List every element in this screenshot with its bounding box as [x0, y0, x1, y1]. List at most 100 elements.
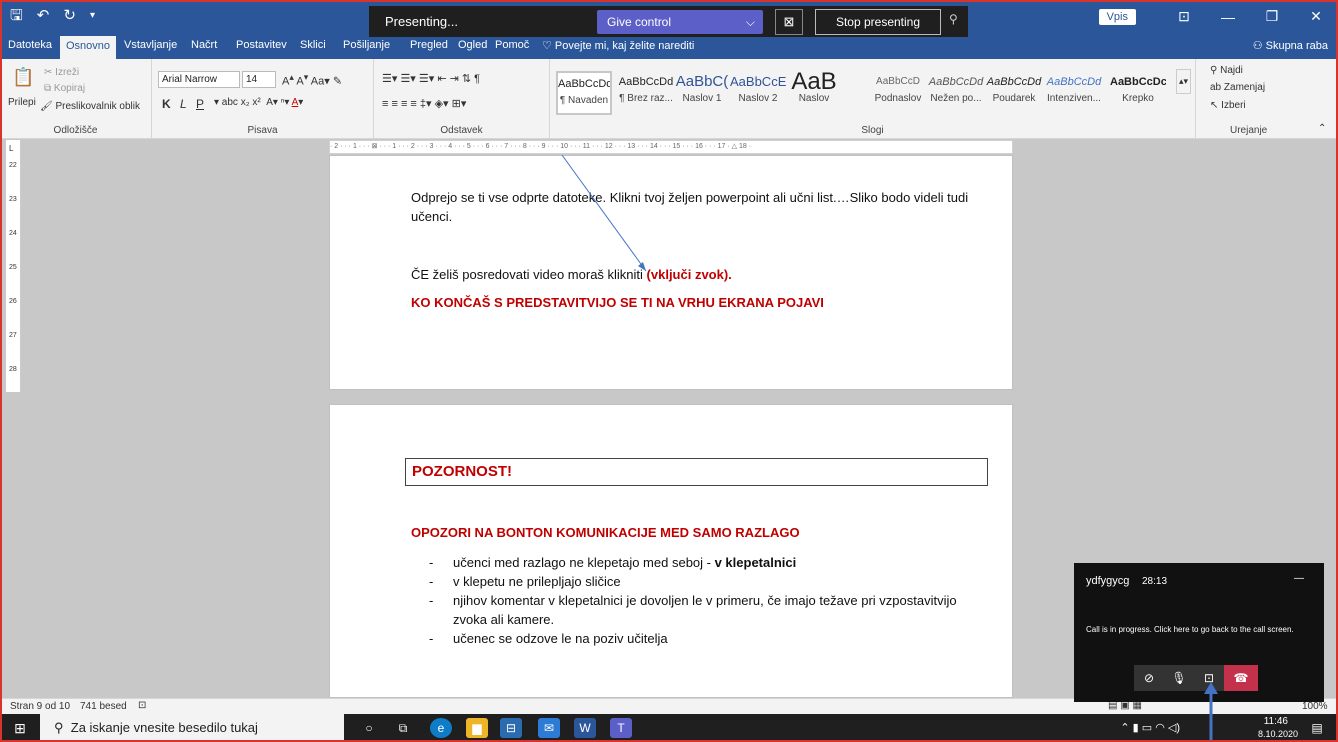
paste-button[interactable]: Prilepi [8, 97, 36, 108]
style-normal[interactable]: AaBbCcDd ¶ Navaden [556, 71, 612, 115]
presenting-status: Presenting... [385, 14, 458, 29]
tab-nacrt[interactable]: Načrt [191, 39, 217, 51]
taskbar-search[interactable]: ⚲ Za iskanje vnesite besedilo tukaj [40, 714, 344, 742]
caller-name: ydfygycg [1086, 575, 1130, 587]
styles-scroll-icon[interactable]: ▴▾ [1176, 69, 1192, 94]
customize-icon[interactable]: ▾ [90, 6, 95, 26]
tab-postavitev[interactable]: Postavitev [236, 39, 287, 51]
pin-icon[interactable]: ⚲ [949, 12, 958, 26]
tab-sklici[interactable]: Sklici [300, 39, 326, 51]
format-painter-button[interactable]: 🖌 Preslikovalnik oblik [40, 101, 140, 112]
paragraph-1-line-2: učenci. [411, 209, 453, 224]
proofing-icon[interactable]: ⊡ [138, 700, 146, 711]
style-title[interactable]: AaB Naslov [786, 71, 842, 115]
search-icon: ⚲ [54, 720, 71, 735]
style-subtitle[interactable]: AaBbCcD Podnaslov [870, 71, 926, 115]
list-buttons[interactable]: ☰▾ ☰▾ ☰▾ ⇤ ⇥ ⇅ ¶ [382, 72, 480, 85]
font-name-box[interactable]: Arial Narrow [158, 71, 240, 88]
paragraph-label: Odstavek [440, 125, 483, 136]
stop-presenting-button[interactable]: Stop presenting [815, 9, 941, 35]
paragraph-3: KO KONČAŠ S PREDSTAVITVIJO SE TI NA VRHU… [411, 295, 824, 310]
maximize-icon[interactable]: ❐ [1250, 8, 1294, 25]
find-button[interactable]: ⚲ Najdi [1210, 65, 1243, 76]
list-item: njihov komentar v klepetalnici je dovolj… [429, 591, 989, 629]
cut-button[interactable]: ✂ Izreži [44, 67, 79, 78]
minimize-call-icon[interactable]: — [1294, 573, 1304, 584]
tab-posiljanje[interactable]: Pošiljanje [343, 39, 390, 51]
paragraph-1-line-1: Odprejo se ti vse odprte datoteke. Klikn… [411, 190, 969, 205]
tab-datoteka[interactable]: Datoteka [8, 39, 52, 51]
styles-group: AaBbCcDd ¶ Navaden AaBbCcDd ¶ Brez raz... … [550, 59, 1196, 139]
tab-pomoc[interactable]: Pomoč [495, 39, 529, 51]
clock-time[interactable]: 11:46 [1264, 716, 1288, 727]
tab-pregled[interactable]: Pregled [410, 39, 448, 51]
task-view-icon[interactable]: ⧉ [392, 718, 414, 738]
rules-list: učenci med razlago ne klepetajo med sebo… [429, 553, 989, 648]
align-buttons[interactable]: ≡ ≡ ≡ ≡ ‡▾ ◈▾ ⊞▾ [382, 97, 466, 110]
copy-button[interactable]: ⧉ Kopiraj [44, 83, 85, 94]
vertical-ruler[interactable]: L 22 23 24 25 26 27 28 [6, 140, 21, 392]
search-icon: ⚲ [1210, 65, 1221, 76]
style-subtle-emphasis[interactable]: AaBbCcDd Nežen po... [928, 71, 984, 115]
give-control-dropdown[interactable]: Give control ⌵ [597, 10, 763, 34]
clock-date[interactable]: 8.10.2020 [1258, 729, 1298, 739]
tab-ogled[interactable]: Ogled [458, 39, 487, 51]
bold-button[interactable]: K [162, 97, 171, 111]
font-size-controls[interactable]: A▴ A▾ Aa▾ ✎ [282, 72, 342, 88]
sign-in-button[interactable]: Vpis [1098, 8, 1136, 25]
share-screen-icon[interactable]: ⊡ [1194, 665, 1224, 691]
select-button[interactable]: ↖ Izberi [1210, 100, 1246, 111]
style-strong[interactable]: AaBbCcDc Krepko [1110, 71, 1166, 115]
call-mini-window[interactable]: ydfygycg 28:13 — Call is in progress. Cl… [1074, 563, 1324, 702]
horizontal-ruler[interactable]: · 2 · · · 1 · · · ⊠ · · · 1 · · · 2 · · … [329, 140, 1013, 154]
teams-icon[interactable]: T [610, 718, 632, 738]
store-icon[interactable]: ⊟ [500, 718, 522, 738]
font-size-box[interactable]: 14 [242, 71, 276, 88]
windows-start-icon[interactable]: ⊞ [0, 714, 40, 742]
style-no-spacing[interactable]: AaBbCcDd ¶ Brez raz... [618, 71, 674, 115]
ribbon-display-icon[interactable]: ⊡ [1162, 8, 1206, 25]
file-explorer-icon[interactable]: ▆ [466, 718, 488, 738]
italic-button[interactable]: L [180, 97, 187, 111]
stop-sharing-icon[interactable]: ⊠ [775, 9, 803, 35]
editing-group: ⚲ Najdi ab Zamenjaj ↖ Izberi Urejanje ⌃ [1196, 59, 1338, 139]
underline-button[interactable]: P [196, 97, 204, 111]
zoom-level[interactable]: 100% [1302, 701, 1328, 712]
word-icon[interactable]: W [574, 718, 596, 738]
hang-up-icon[interactable]: ☎ [1224, 665, 1258, 691]
document-page-2[interactable]: POZORNOST! OPOZORI NA BONTON KOMUNIKACIJ… [329, 404, 1013, 698]
edge-icon[interactable]: e [430, 718, 452, 738]
save-icon[interactable]: 🖫 [10, 6, 23, 26]
tab-osnovno[interactable]: Osnovno [60, 36, 117, 59]
document-page-1[interactable]: Odprejo se ti vse odprte datoteke. Klikn… [329, 155, 1013, 390]
copy-icon: ⧉ [44, 83, 54, 94]
tab-vstavljanje[interactable]: Vstavljanje [124, 39, 177, 51]
share-button[interactable]: ⚇ Skupna raba [1253, 39, 1328, 52]
word-count[interactable]: 741 besed [80, 701, 127, 712]
ribbon: 📋 Prilepi ✂ Izreži ⧉ Kopiraj 🖌 Preslikov… [0, 59, 1338, 139]
replace-button[interactable]: ab Zamenjaj [1210, 82, 1265, 93]
redo-icon[interactable]: ↻ [63, 6, 76, 26]
text-effects-buttons[interactable]: ▾ abc x₂ x² A▾ ⁿ▾ A▾ [214, 97, 303, 108]
style-heading-1[interactable]: AaBbC(Naslov 1 [674, 71, 730, 115]
notifications-icon[interactable]: ▤ [1306, 718, 1328, 738]
undo-icon[interactable]: ↶ [37, 6, 50, 26]
minimize-icon[interactable]: — [1206, 9, 1250, 25]
collapse-ribbon-icon[interactable]: ⌃ [1318, 123, 1326, 134]
tray-icons[interactable]: ⌃ ▮ ▭ ◠ ◁) [1120, 721, 1180, 734]
style-emphasis[interactable]: AaBbCcDd Poudarek [986, 71, 1042, 115]
tab-selector-icon[interactable]: L [9, 144, 13, 153]
paste-icon[interactable]: 📋 [12, 67, 34, 88]
styles-label: Slogi [861, 125, 884, 136]
style-heading-2[interactable]: AaBbCcE Naslov 2 [730, 71, 786, 115]
call-message[interactable]: Call is in progress. Click here to go ba… [1086, 625, 1294, 634]
tell-me-search[interactable]: ♡ Povejte mi, kaj želite narediti [542, 39, 694, 52]
page-count[interactable]: Stran 9 od 10 [10, 701, 70, 712]
camera-off-icon[interactable]: ⊘ [1134, 665, 1164, 691]
cortana-icon[interactable]: ○ [358, 718, 380, 738]
style-intense-emphasis[interactable]: AaBbCcDd Intenziven... [1046, 71, 1102, 115]
microphone-icon[interactable]: 🎙 [1164, 665, 1194, 691]
mail-icon[interactable]: ✉ [538, 718, 560, 738]
close-icon[interactable]: ✕ [1294, 8, 1338, 25]
clipboard-label: Odložišče [53, 125, 98, 136]
